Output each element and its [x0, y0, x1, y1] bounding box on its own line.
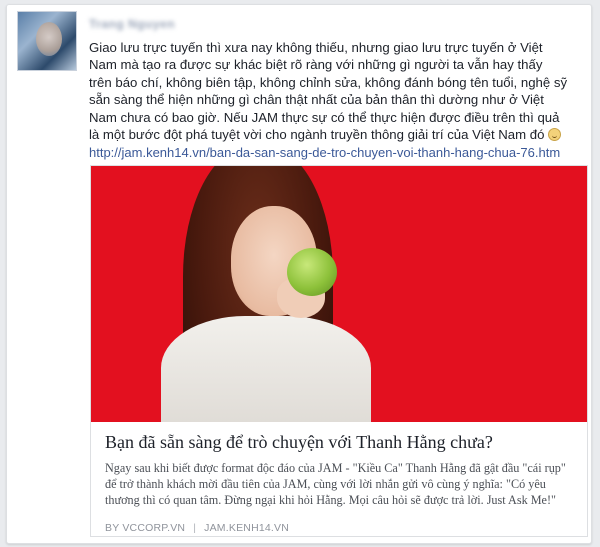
avatar-photo [36, 22, 62, 56]
post-text: Giao lưu trực tuyến thì xưa nay không th… [89, 39, 585, 143]
link-preview-description: Ngay sau khi biết được format độc đáo củ… [105, 461, 566, 507]
post-link[interactable]: http://jam.kenh14.vn/ban-da-san-sang-de-… [89, 145, 560, 160]
link-preview-source: BY VCCORP.VN | JAM.KENH14.VN [105, 522, 289, 534]
avatar[interactable] [17, 11, 77, 71]
photo-sweater [161, 316, 371, 422]
green-apple-icon [287, 248, 337, 296]
post-card: Trang Nguyen Giao lưu trực tuyến thì xưa… [6, 4, 592, 544]
link-preview-card[interactable]: Bạn đã sẵn sàng để trò chuyện với Thanh … [90, 165, 588, 537]
source-separator: | [193, 522, 197, 534]
smile-icon [548, 128, 562, 142]
link-preview-image[interactable] [91, 166, 587, 422]
link-preview-title[interactable]: Bạn đã sẵn sàng để trò chuyện với Thanh … [105, 432, 493, 453]
post-body: Giao lưu trực tuyến thì xưa nay không th… [89, 40, 568, 143]
source-by: BY VCCORP.VN [105, 522, 186, 534]
source-domain: JAM.KENH14.VN [204, 522, 290, 534]
author-name[interactable]: Trang Nguyen [89, 17, 175, 31]
